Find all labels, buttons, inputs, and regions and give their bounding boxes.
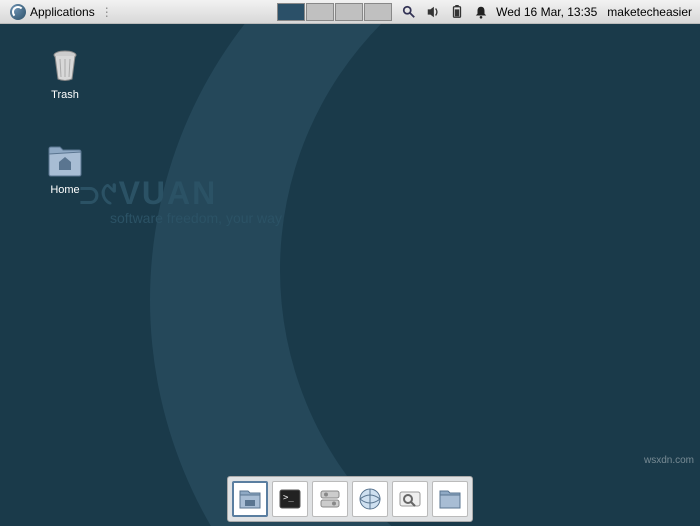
distro-logo-text: ⊃୯VUAN — [80, 175, 217, 213]
dock: >_ — [227, 476, 473, 522]
desktop-icon-trash[interactable]: Trash — [30, 45, 100, 101]
bell-icon[interactable] — [474, 5, 488, 19]
battery-icon[interactable] — [450, 5, 464, 19]
home-folder-icon — [45, 140, 85, 180]
workspace-3[interactable] — [335, 3, 363, 21]
applications-menu-label: Applications — [30, 5, 95, 19]
trash-icon — [45, 45, 85, 85]
distro-tagline: software freedom, your way — [110, 210, 282, 226]
dock-settings[interactable] — [312, 481, 348, 517]
menu-separator: ⋮ — [101, 5, 113, 19]
volume-icon[interactable] — [426, 5, 440, 19]
desktop-icon-label: Trash — [30, 89, 100, 101]
dock-terminal[interactable]: >_ — [272, 481, 308, 517]
workspace-2[interactable] — [306, 3, 334, 21]
svg-text:>_: >_ — [283, 493, 294, 503]
watermark: wsxdn.com — [644, 455, 694, 466]
dock-search[interactable] — [392, 481, 428, 517]
dock-folder[interactable] — [432, 481, 468, 517]
system-tray — [402, 5, 488, 19]
desktop-wallpaper: ⊃୯VUAN software freedom, your way — [0, 0, 700, 526]
search-app-icon — [397, 486, 423, 512]
desktop-icon-label: Home — [30, 184, 100, 196]
dock-browser[interactable] — [352, 481, 388, 517]
top-panel: Applications ⋮ Wed 16 Mar, 13:35 maketec… — [0, 0, 700, 24]
search-icon[interactable] — [402, 5, 416, 19]
dock-file-manager[interactable] — [232, 481, 268, 517]
file-manager-icon — [237, 486, 263, 512]
user-menu[interactable]: maketecheasier — [607, 5, 692, 19]
folder-icon — [437, 486, 463, 512]
applications-menu[interactable]: Applications ⋮ — [4, 2, 119, 22]
workspace-1[interactable] — [277, 3, 305, 21]
web-browser-icon — [357, 486, 383, 512]
devuan-logo-icon — [10, 4, 26, 20]
terminal-icon: >_ — [277, 486, 303, 512]
clock[interactable]: Wed 16 Mar, 13:35 — [496, 5, 597, 19]
workspace-pager — [277, 3, 392, 21]
settings-icon — [317, 486, 343, 512]
desktop-icon-home[interactable]: Home — [30, 140, 100, 196]
workspace-4[interactable] — [364, 3, 392, 21]
